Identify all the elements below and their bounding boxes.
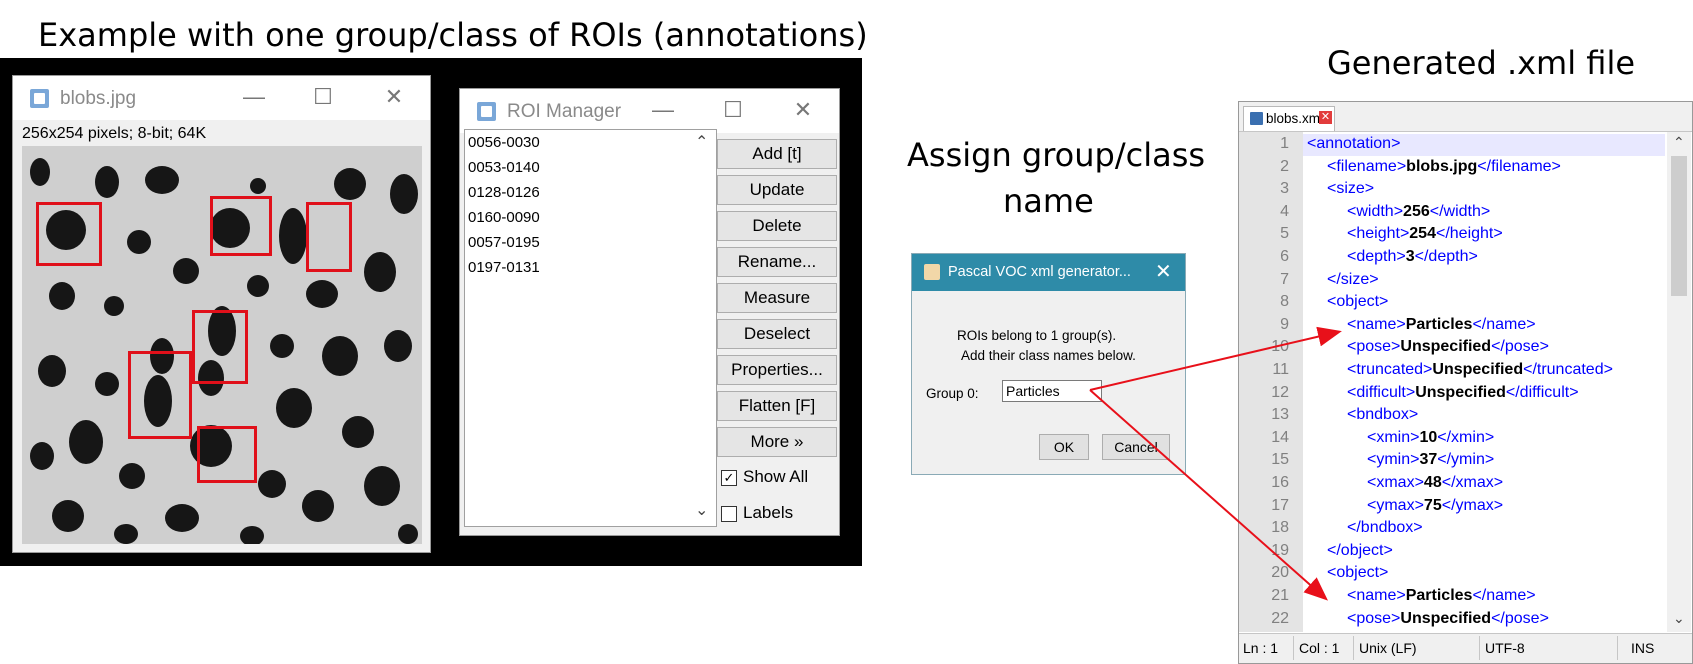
arrow-to-name-line-21 [1089, 389, 1328, 601]
annotation-arrows [1089, 326, 1342, 601]
arrow-to-name-line-9 [1089, 326, 1342, 391]
